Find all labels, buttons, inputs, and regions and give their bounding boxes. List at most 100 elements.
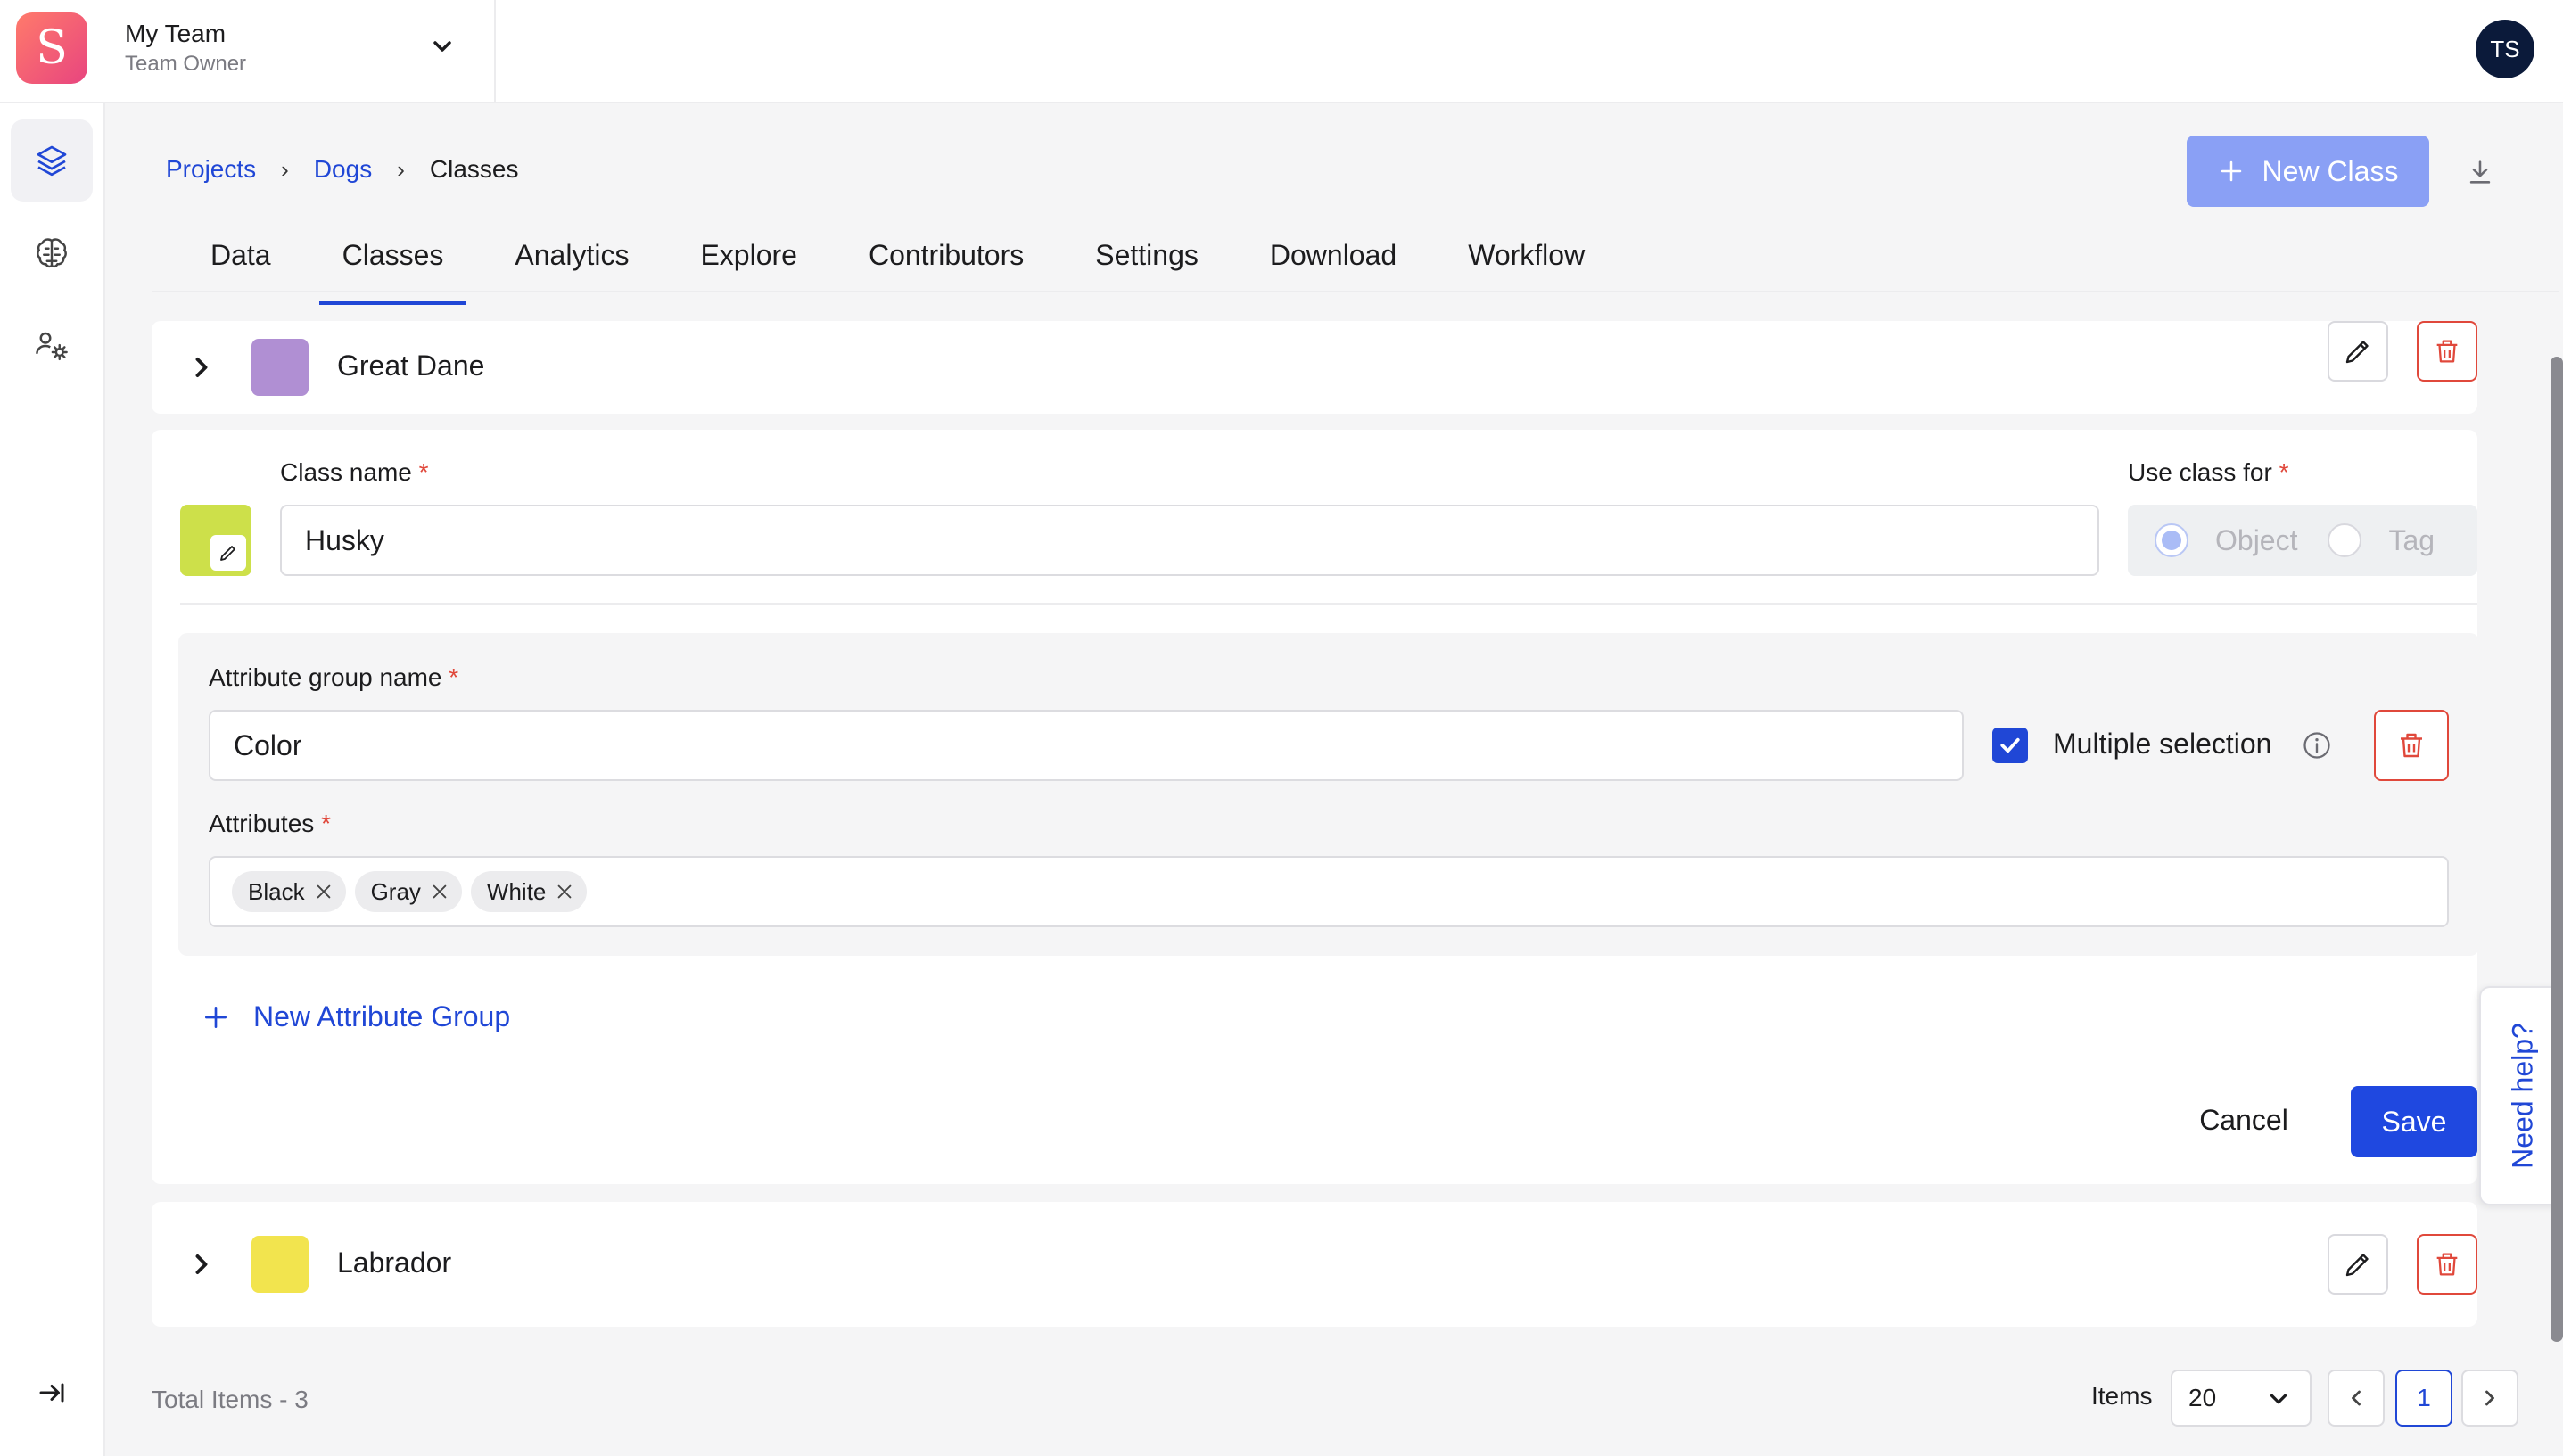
- tab-settings[interactable]: Settings: [1072, 228, 1222, 305]
- class-row: Great Dane: [152, 321, 2477, 414]
- close-icon[interactable]: [314, 882, 334, 901]
- chevron-right-icon[interactable]: [185, 351, 218, 383]
- breadcrumb-dogs[interactable]: Dogs: [314, 155, 372, 184]
- editor-divider: [180, 603, 2477, 605]
- prev-page-button[interactable]: [2328, 1370, 2385, 1427]
- cancel-button[interactable]: Cancel: [2172, 1084, 2315, 1156]
- new-attribute-group-button[interactable]: New Attribute Group: [202, 1000, 510, 1033]
- delete-class-button[interactable]: [2417, 1234, 2477, 1295]
- download-icon: [2469, 160, 2491, 184]
- edit-class-button[interactable]: [2328, 1234, 2388, 1295]
- tab-bar: Data Classes Analytics Explore Contribut…: [187, 228, 1633, 308]
- trash-icon: [2436, 340, 2458, 363]
- class-color-swatch: [251, 339, 309, 396]
- tab-analytics[interactable]: Analytics: [491, 228, 652, 305]
- plus-icon: [205, 1006, 227, 1028]
- attribute-chip: Gray: [354, 871, 462, 912]
- new-class-button[interactable]: New Class: [2187, 136, 2429, 207]
- page-number-button[interactable]: 1: [2395, 1370, 2452, 1427]
- items-per-page-select[interactable]: 20: [2171, 1370, 2312, 1427]
- chevron-left-icon: [2352, 1390, 2361, 1406]
- brain-icon: [37, 238, 67, 268]
- attribute-group-name-input[interactable]: Color: [209, 710, 1964, 781]
- edit-class-button[interactable]: [2328, 321, 2388, 382]
- next-page-button[interactable]: [2461, 1370, 2518, 1427]
- scrollbar[interactable]: [2551, 357, 2563, 1342]
- class-name: Labrador: [337, 1246, 452, 1279]
- class-color-swatch: [251, 1236, 309, 1293]
- object-option-label: Object: [2215, 523, 2298, 556]
- chevron-right-icon: [2485, 1390, 2494, 1406]
- chevron-down-icon[interactable]: [428, 32, 457, 61]
- items-per-page-label: Items: [2091, 1382, 2153, 1410]
- header-divider: [494, 0, 496, 103]
- attribute-chip-label: Black: [248, 878, 305, 905]
- attribute-chip: Black: [232, 871, 346, 912]
- close-icon[interactable]: [555, 882, 574, 901]
- attribute-chip-label: Gray: [370, 878, 421, 905]
- users-settings-icon: [36, 332, 68, 361]
- attributes-input[interactable]: Black Gray White: [209, 856, 2449, 927]
- class-color-picker[interactable]: [180, 505, 251, 576]
- class-name-label: Class name *: [280, 458, 429, 486]
- delete-class-button[interactable]: [2417, 321, 2477, 382]
- tab-data[interactable]: Data: [187, 228, 294, 305]
- sidebar: [0, 103, 105, 1456]
- tab-download[interactable]: Download: [1247, 228, 1420, 305]
- save-button[interactable]: Save: [2351, 1086, 2477, 1157]
- attributes-label: Attributes *: [209, 810, 331, 837]
- multiple-selection-checkbox[interactable]: [1992, 728, 2028, 763]
- trash-icon: [2436, 1253, 2458, 1276]
- breadcrumb-projects[interactable]: Projects: [166, 155, 256, 184]
- use-class-for-label: Use class for *: [2128, 458, 2289, 486]
- tag-radio[interactable]: [2328, 523, 2362, 557]
- tab-classes[interactable]: Classes: [318, 228, 467, 305]
- sidebar-item-team-settings[interactable]: [11, 305, 93, 387]
- attribute-chip-label: White: [486, 878, 547, 905]
- app-logo: S: [16, 12, 87, 84]
- layers-icon: [37, 145, 67, 177]
- download-button[interactable]: [2449, 141, 2511, 203]
- sidebar-item-projects[interactable]: [11, 119, 93, 202]
- pencil-icon: [2345, 1254, 2369, 1277]
- chevron-right-icon[interactable]: [185, 1248, 218, 1280]
- class-name-input[interactable]: Husky: [280, 505, 2099, 576]
- class-row: Labrador: [152, 1202, 2477, 1327]
- breadcrumb-current: Classes: [429, 155, 519, 183]
- tab-explore[interactable]: Explore: [677, 228, 820, 305]
- pencil-icon: [220, 546, 235, 561]
- user-avatar[interactable]: TS: [2476, 20, 2534, 78]
- color-edit-badge: [210, 535, 246, 571]
- trash-icon: [2401, 733, 2422, 758]
- sidebar-item-models[interactable]: [11, 212, 93, 294]
- check-icon: [2000, 737, 2020, 753]
- info-icon[interactable]: [2301, 729, 2333, 761]
- items-per-page-value: 20: [2188, 1384, 2217, 1411]
- need-help-label: Need help?: [2506, 1023, 2539, 1169]
- plus-icon: [2221, 160, 2241, 182]
- team-role: Team Owner: [125, 52, 247, 76]
- breadcrumb-separator-icon: ›: [397, 155, 405, 183]
- pencil-icon: [2345, 341, 2369, 364]
- attribute-group-name-label: Attribute group name *: [209, 663, 459, 691]
- tab-contributors[interactable]: Contributors: [845, 228, 1047, 305]
- multiple-selection-label: Multiple selection: [2053, 728, 2272, 760]
- tag-option-label: Tag: [2388, 523, 2435, 556]
- new-attribute-group-label: New Attribute Group: [253, 1000, 511, 1032]
- delete-attribute-group-button[interactable]: [2374, 710, 2449, 781]
- team-switcher[interactable]: My Team Team Owner: [125, 18, 246, 78]
- chevron-down-icon: [2270, 1394, 2287, 1404]
- class-name: Great Dane: [337, 350, 485, 382]
- breadcrumb: Projects › Dogs › Classes: [166, 155, 518, 184]
- use-class-for-selector: Object Tag: [2128, 505, 2477, 576]
- tab-workflow[interactable]: Workflow: [1445, 228, 1608, 305]
- team-name: My Team: [125, 20, 227, 47]
- new-class-label: New Class: [2262, 154, 2399, 187]
- object-radio[interactable]: [2155, 523, 2188, 557]
- total-items: Total Items - 3: [152, 1386, 309, 1413]
- top-bar: S My Team Team Owner TS: [0, 0, 2563, 103]
- close-icon[interactable]: [430, 882, 449, 901]
- collapse-sidebar-icon[interactable]: [36, 1377, 68, 1409]
- breadcrumb-separator-icon: ›: [281, 155, 289, 183]
- tabs-divider: [152, 291, 2559, 292]
